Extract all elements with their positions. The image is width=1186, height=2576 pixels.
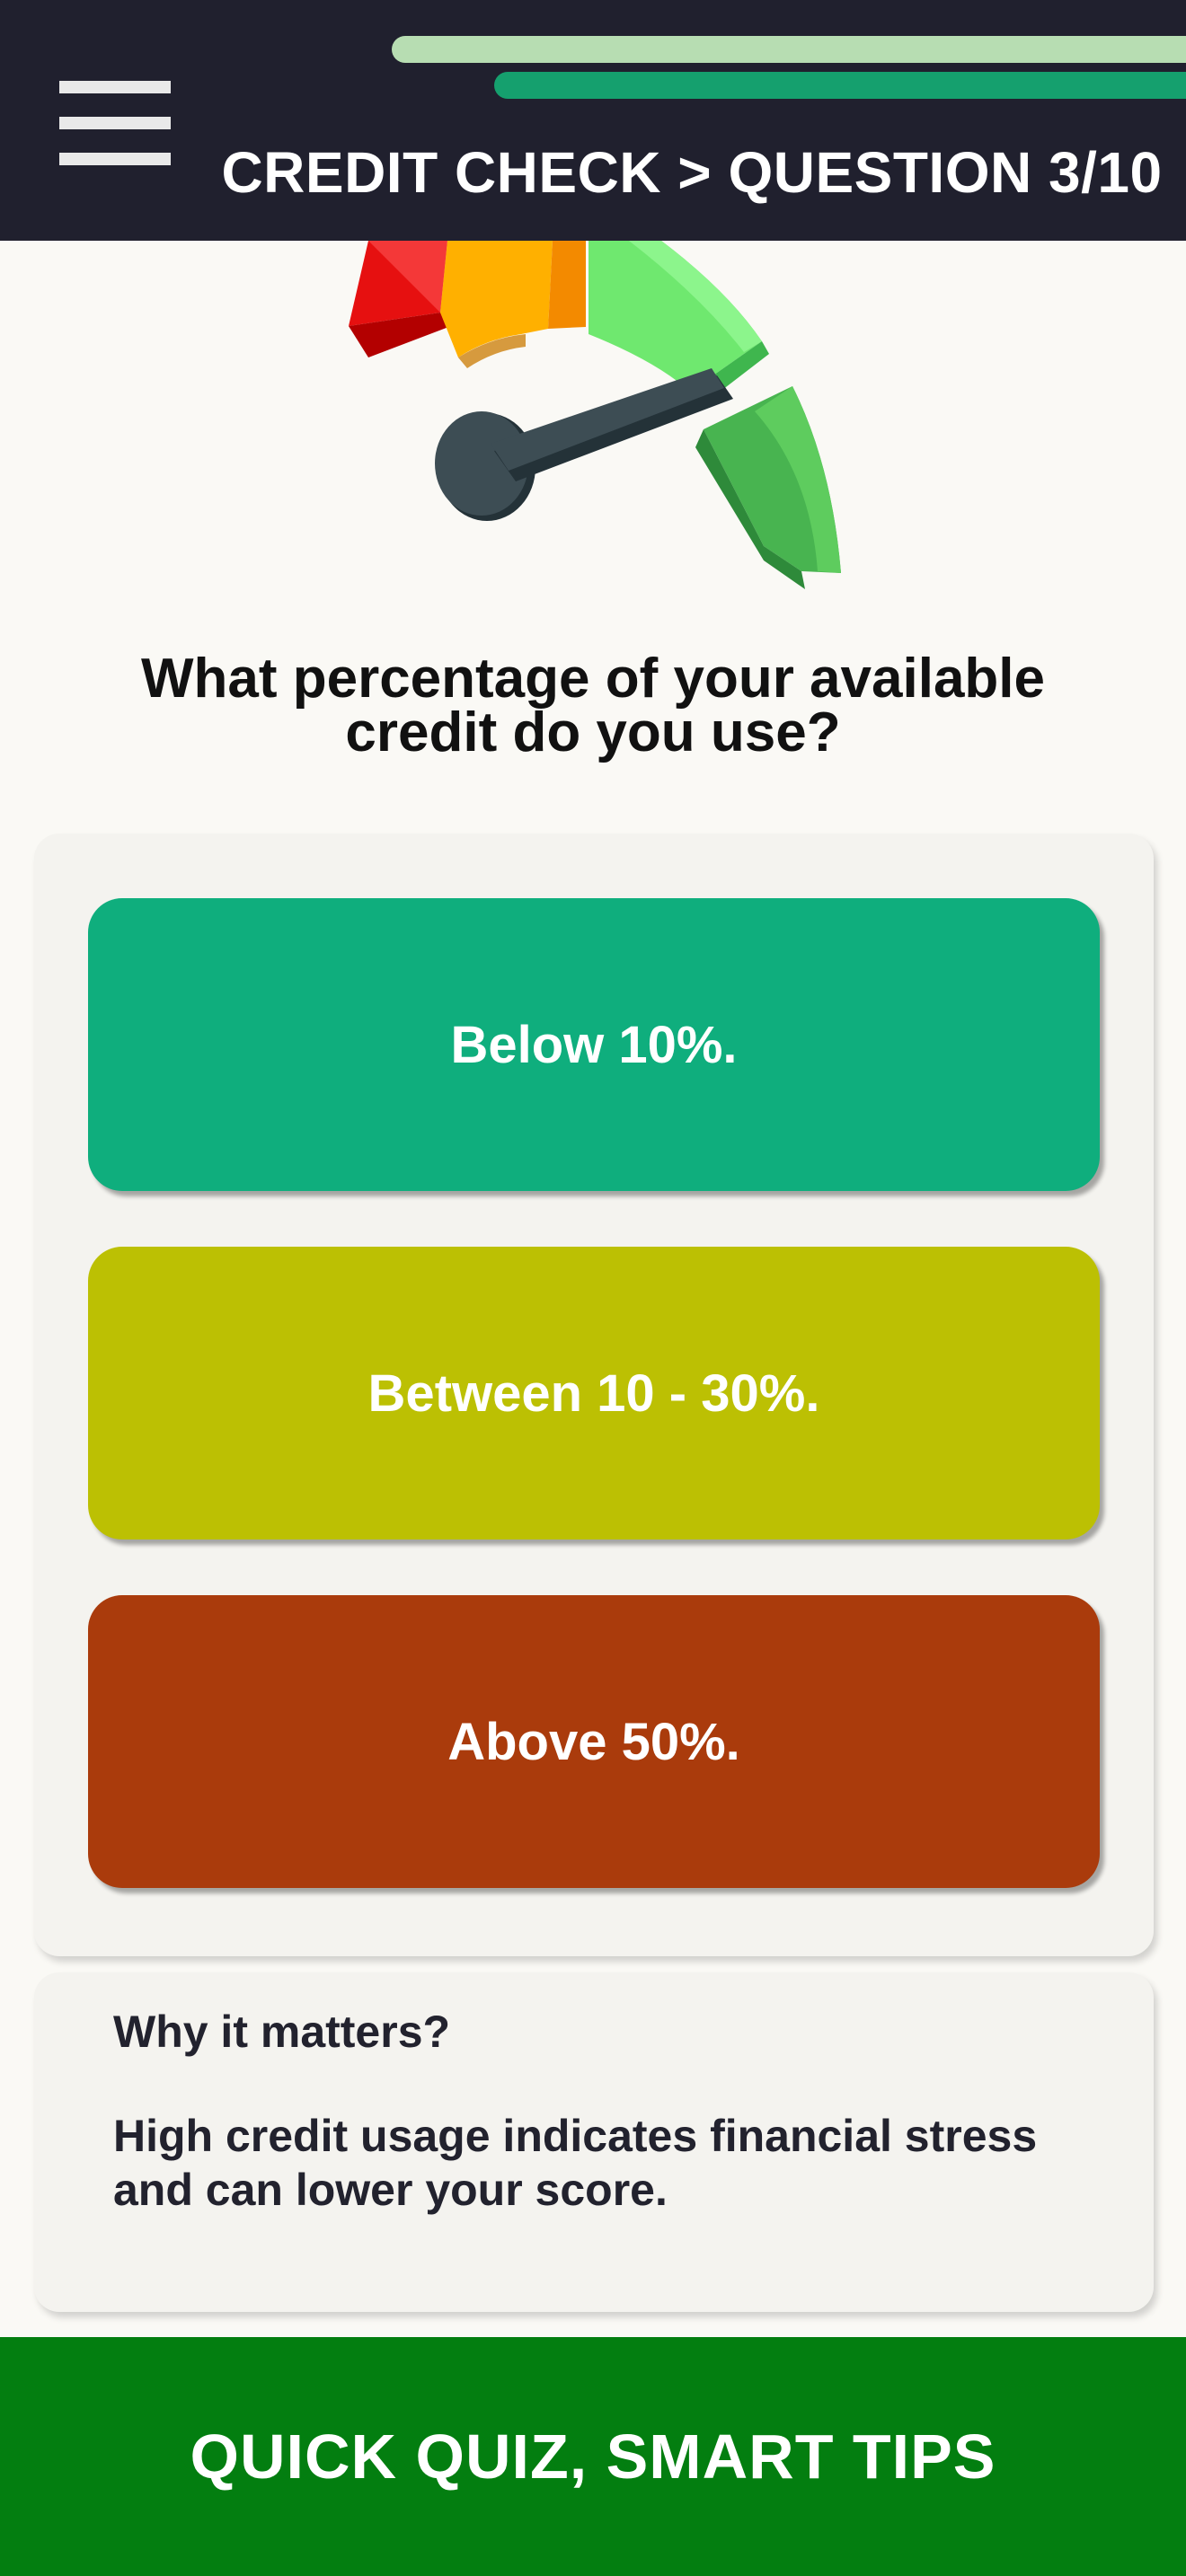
- question-text: What percentage of your available credit…: [140, 648, 1046, 763]
- answer-option-above-50[interactable]: Above 50%.: [88, 1595, 1100, 1888]
- info-title: Why it matters?: [113, 2007, 451, 2057]
- progress-fill: [494, 72, 1186, 99]
- hamburger-menu-icon[interactable]: [59, 81, 171, 167]
- answer-option-10-30[interactable]: Between 10 - 30%.: [88, 1247, 1100, 1539]
- progress-track: [392, 36, 1186, 63]
- answer-option-below-10[interactable]: Below 10%.: [88, 898, 1100, 1191]
- answer-options-panel: Below 10%. Between 10 - 30%. Above 50%.: [34, 834, 1154, 1956]
- credit-score-gauge-icon: [349, 241, 841, 589]
- footer-banner: QUICK QUIZ, SMART TIPS: [0, 2337, 1186, 2576]
- page-title: CREDIT CHECK > QUESTION 3/10: [221, 140, 1163, 205]
- info-card: Why it matters? High credit usage indica…: [34, 1972, 1154, 2312]
- info-text: High credit usage indicates financial st…: [113, 2111, 1038, 2215]
- app-header: CREDIT CHECK > QUESTION 3/10: [0, 0, 1186, 241]
